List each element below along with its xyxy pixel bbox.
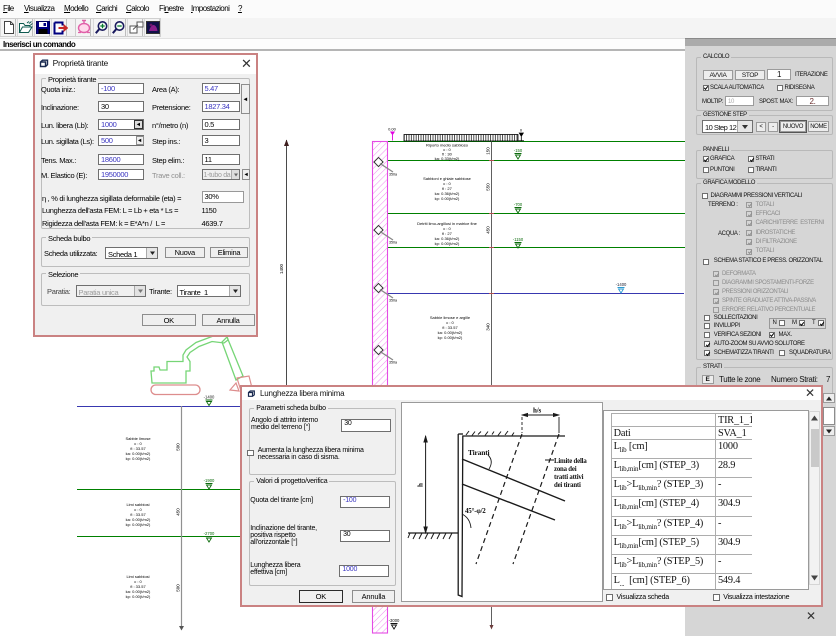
svg-text:kp: 0.00(t/m2): kp: 0.00(t/m2) bbox=[435, 196, 460, 201]
svg-text:kp: 0.00(t/m2): kp: 0.00(t/m2) bbox=[435, 241, 460, 246]
svg-text:350a: 350a bbox=[389, 173, 397, 177]
svg-text:-1900: -1900 bbox=[204, 478, 215, 483]
svg-text:Limite della: Limite della bbox=[554, 458, 587, 465]
svg-text:340: 340 bbox=[486, 323, 491, 331]
svg-text:Tiranti: Tiranti bbox=[468, 448, 489, 457]
svg-text:h/s: h/s bbox=[533, 407, 541, 415]
svg-text:45°-φ/2: 45°-φ/2 bbox=[465, 507, 486, 515]
svg-text:-150: -150 bbox=[514, 148, 523, 153]
svg-text:tratti attivi: tratti attivi bbox=[554, 474, 584, 481]
svg-text:350a: 350a bbox=[389, 241, 397, 245]
svg-text:kp: 0.00(t/m2): kp: 0.00(t/m2) bbox=[126, 456, 151, 461]
svg-text:kp: 0.00(t/m2): kp: 0.00(t/m2) bbox=[438, 335, 463, 340]
svg-text:-700: -700 bbox=[514, 202, 523, 207]
svg-text:1400: 1400 bbox=[279, 263, 284, 274]
svg-text:ka: 0.33(t/m2): ka: 0.33(t/m2) bbox=[435, 156, 460, 161]
svg-text:350a: 350a bbox=[389, 361, 397, 365]
svg-text:h: h bbox=[417, 483, 425, 487]
svg-text:0: 0 bbox=[520, 128, 523, 133]
svg-text:500: 500 bbox=[176, 584, 181, 592]
svg-text:150: 150 bbox=[486, 147, 491, 155]
svg-text:-1150: -1150 bbox=[513, 237, 524, 242]
svg-text:-2700: -2700 bbox=[204, 531, 215, 536]
svg-text:450: 450 bbox=[486, 226, 491, 234]
svg-text:-1400: -1400 bbox=[204, 395, 215, 400]
svg-text:dei tiranti: dei tiranti bbox=[554, 482, 581, 489]
svg-text:zona dei: zona dei bbox=[554, 466, 577, 473]
svg-text:0.00: 0.00 bbox=[388, 127, 397, 132]
svg-text:kp: 0.00(t/m2): kp: 0.00(t/m2) bbox=[126, 522, 151, 527]
svg-text:-3000: -3000 bbox=[389, 618, 400, 623]
svg-text:-1400: -1400 bbox=[616, 282, 627, 287]
svg-text:350a: 350a bbox=[389, 299, 397, 303]
svg-text:550: 550 bbox=[486, 183, 491, 191]
svg-text:500: 500 bbox=[176, 443, 181, 451]
svg-text:450: 450 bbox=[176, 508, 181, 516]
svg-text:kp: 0.00(t/m2): kp: 0.00(t/m2) bbox=[126, 594, 151, 599]
